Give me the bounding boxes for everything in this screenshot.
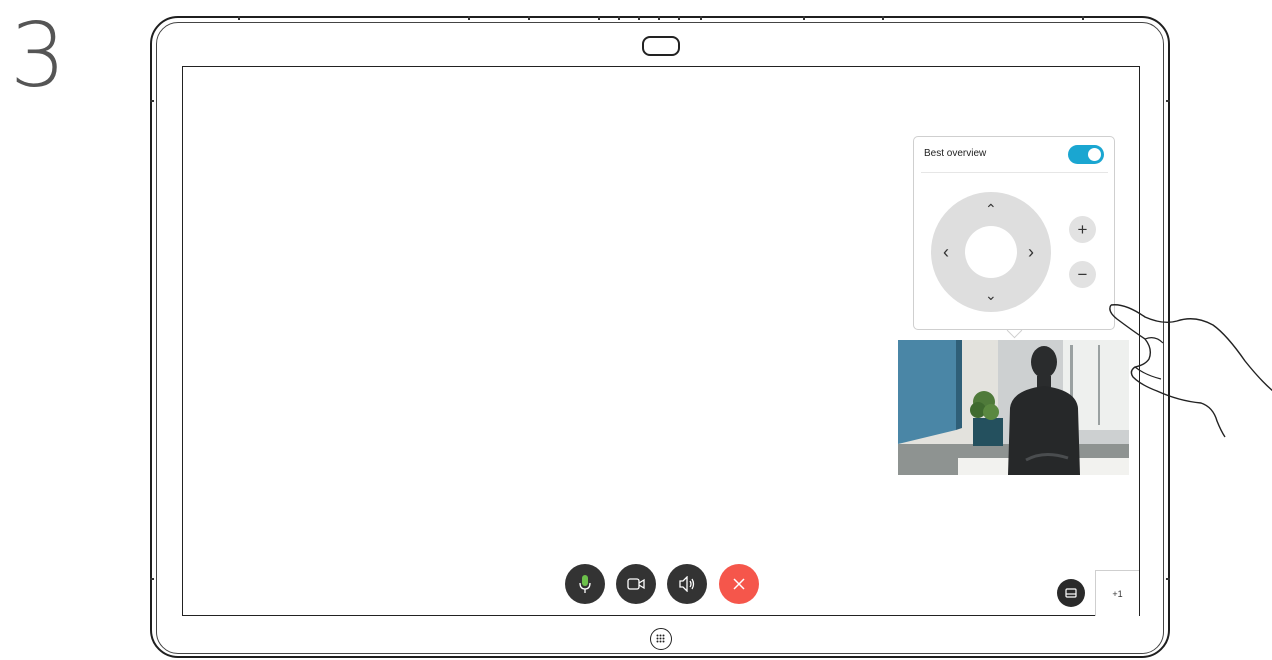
close-icon	[733, 578, 745, 590]
video-camera-icon	[627, 578, 645, 590]
participants-button[interactable]: +1	[1095, 570, 1139, 616]
camera-control-panel: Best overview ⌃ ⌄ ‹ › + −	[913, 136, 1115, 330]
frame-tick	[150, 578, 154, 580]
step-number: 3	[10, 4, 66, 107]
frame-tick	[528, 16, 530, 20]
frame-tick	[882, 16, 884, 20]
frame-tick	[1166, 100, 1170, 102]
zoom-in-button[interactable]: +	[1069, 216, 1096, 243]
home-grid-icon	[656, 634, 665, 643]
frame-tick	[150, 100, 154, 102]
volume-button[interactable]	[667, 564, 707, 604]
microphone-button[interactable]	[565, 564, 605, 604]
toggle-knob	[1088, 148, 1101, 161]
best-overview-toggle[interactable]	[1068, 145, 1104, 164]
frame-tick	[598, 16, 600, 20]
frame-tick	[468, 16, 470, 20]
frame-tick	[658, 16, 660, 20]
participants-count: +1	[1112, 588, 1123, 599]
frame-tick	[1166, 578, 1170, 580]
frame-tick	[1082, 16, 1084, 20]
microphone-icon	[579, 575, 591, 593]
pan-left-arrow-icon[interactable]: ‹	[943, 243, 949, 261]
zoom-out-button[interactable]: −	[1069, 261, 1096, 288]
pan-tilt-control[interactable]: ⌃ ⌄ ‹ ›	[931, 192, 1051, 312]
device-camera	[642, 36, 680, 56]
frame-tick	[618, 16, 620, 20]
camera-button[interactable]	[616, 564, 656, 604]
pan-right-arrow-icon[interactable]: ›	[1028, 243, 1034, 261]
tilt-down-arrow-icon[interactable]: ⌄	[985, 288, 997, 302]
end-call-button[interactable]	[719, 564, 759, 604]
frame-tick	[803, 16, 805, 20]
self-view-video[interactable]	[898, 340, 1129, 475]
layout-icon	[1065, 588, 1077, 598]
frame-tick	[678, 16, 680, 20]
pointing-hand-icon	[1109, 304, 1272, 438]
best-overview-label: Best overview	[924, 148, 987, 159]
frame-tick	[638, 16, 640, 20]
layout-button[interactable]	[1057, 579, 1085, 607]
frame-tick	[700, 16, 702, 20]
self-view-scene	[898, 340, 1129, 475]
speaker-icon	[679, 576, 695, 592]
panel-divider	[921, 172, 1108, 173]
tilt-up-arrow-icon[interactable]: ⌃	[985, 202, 997, 216]
frame-tick	[238, 16, 240, 20]
home-button[interactable]	[650, 628, 672, 650]
pan-tilt-center	[965, 226, 1017, 278]
